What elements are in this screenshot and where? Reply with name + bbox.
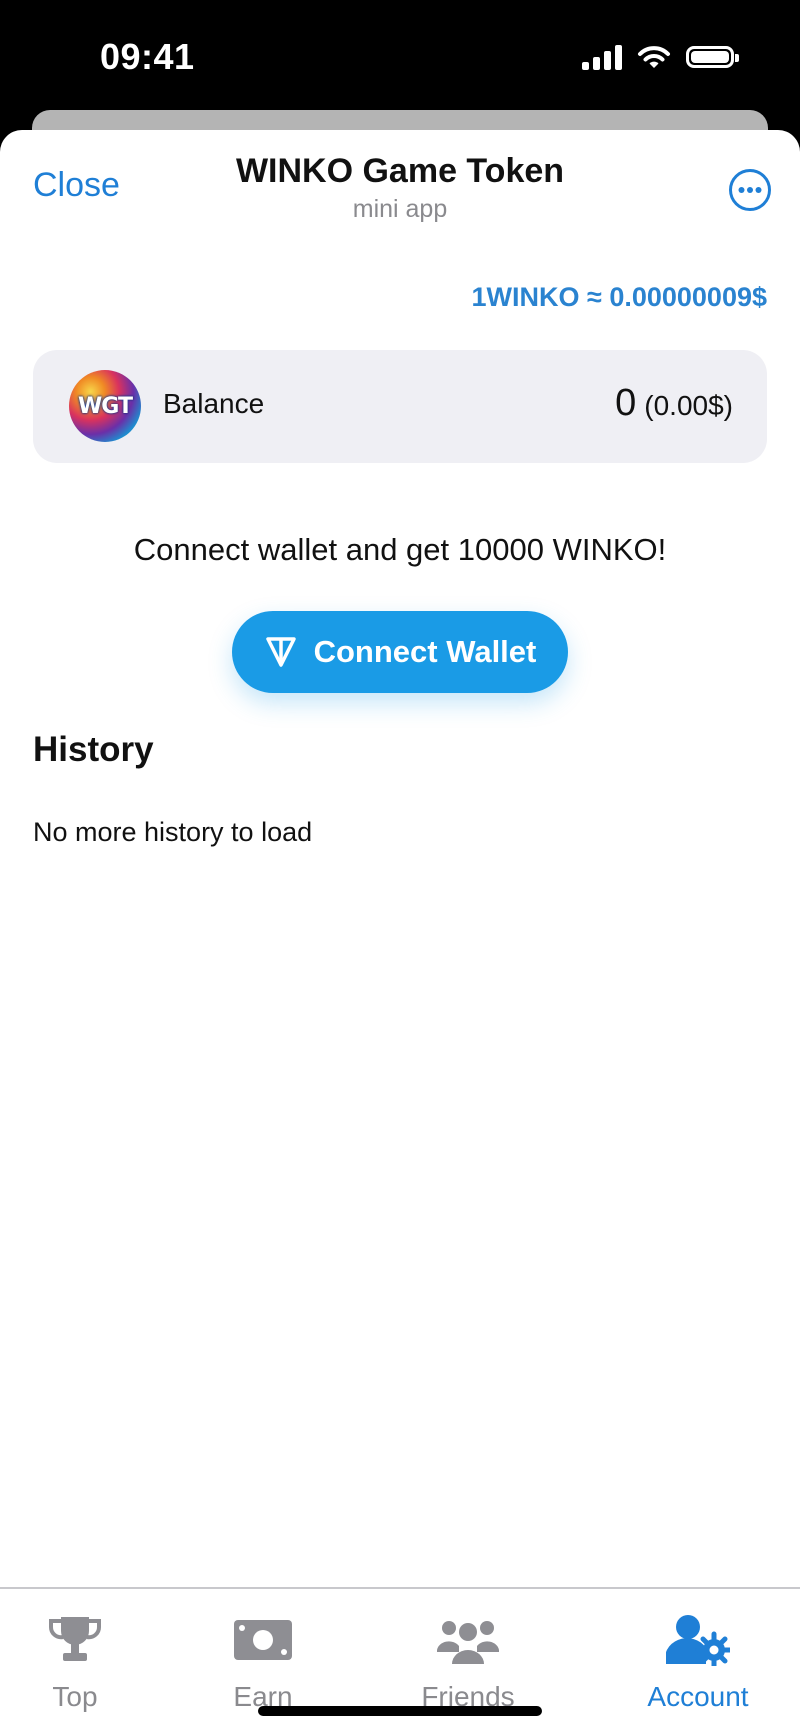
tab-account[interactable]: Account [618,1609,778,1713]
wifi-icon [638,46,670,68]
status-bar: 09:41 [0,0,800,110]
tab-account-label: Account [647,1681,749,1712]
status-time: 09:41 [100,36,195,77]
status-icons [582,44,739,70]
cellular-signal-icon [582,44,622,70]
mini-app-sheet: Close WINKO Game Token mini app 1WINKO ≈… [0,130,800,1734]
connect-wallet-button[interactable]: Connect Wallet [232,611,568,693]
history-title: History [33,730,154,769]
trophy-icon [49,1617,101,1661]
money-icon [234,1620,292,1660]
exchange-rate: 1WINKO ≈ 0.00000009$ [471,282,767,312]
promo-text: Connect wallet and get 10000 WINKO! [133,532,667,567]
app-title: WINKO Game Token [235,152,565,190]
title-block: WINKO Game Token mini app [0,152,800,224]
tab-top-label: Top [52,1681,98,1712]
balance-amount: 0 [615,382,637,424]
user-gear-icon [666,1615,730,1666]
users-icon [437,1621,499,1664]
tab-top[interactable]: Top [0,1609,155,1713]
history-empty-text: No more history to load [33,817,313,847]
balance-label: Balance [163,388,265,419]
token-logo-text: WGT [78,393,133,419]
ton-icon [265,637,296,667]
header: Close WINKO Game Token mini app [0,130,800,240]
token-logo: WGT [69,370,141,442]
more-options-icon[interactable] [728,168,772,212]
balance-value: 0 (0.00$) [615,382,733,425]
tab-earn[interactable]: Earn [183,1609,343,1713]
tab-friends[interactable]: Friends [388,1609,548,1713]
connect-wallet-label: Connect Wallet [313,634,537,669]
battery-icon [686,46,739,68]
home-indicator [258,1706,542,1716]
balance-card: WGT Balance 0 (0.00$) [33,350,767,463]
app-subtitle: mini app [352,195,448,223]
balance-usd: (0.00$) [644,390,733,421]
